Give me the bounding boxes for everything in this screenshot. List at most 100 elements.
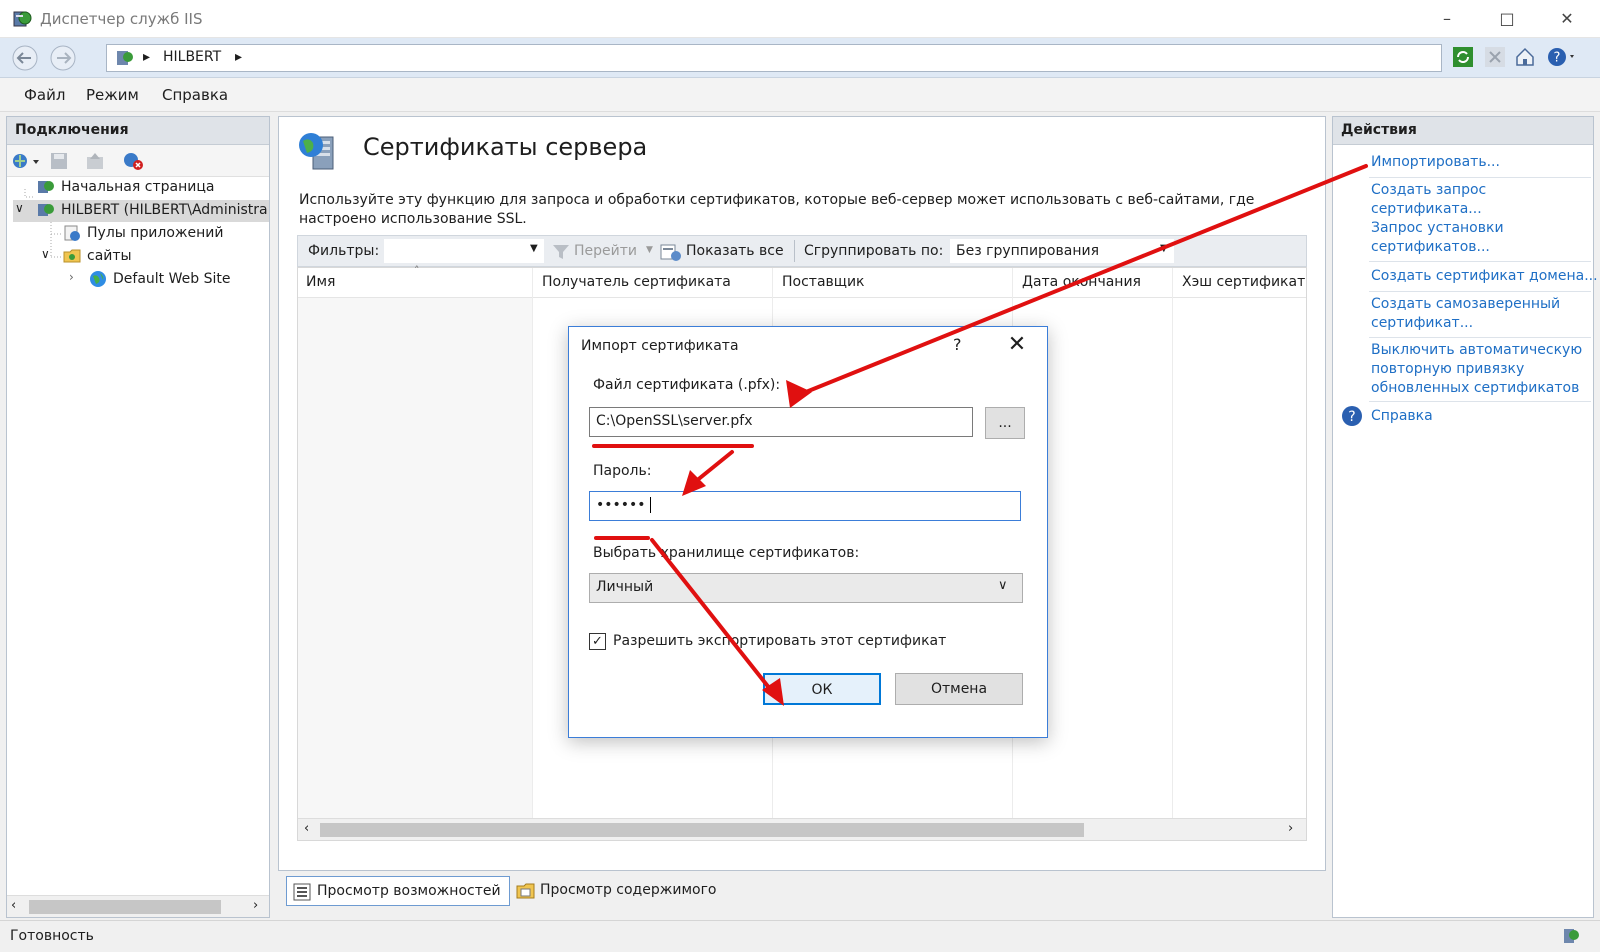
back-icon[interactable] (10, 44, 40, 72)
tree-item-sites[interactable]: ∨ сайты (13, 246, 269, 268)
filter-dropdown-icon[interactable]: ▼ (530, 243, 538, 254)
features-view-icon (293, 883, 311, 901)
tree-item-default-web-site[interactable]: › Default Web Site (13, 269, 269, 291)
action-self-signed-line-2[interactable]: сертификат... (1371, 314, 1589, 333)
show-all-icon (660, 244, 681, 261)
minimize-icon[interactable]: – (1424, 4, 1470, 34)
up-level-icon[interactable] (85, 151, 105, 171)
show-all-button[interactable]: Показать все (686, 243, 784, 259)
connections-toolbar (7, 145, 269, 177)
name-column-shade (298, 298, 532, 823)
home-icon[interactable] (1514, 46, 1536, 68)
close-window-icon[interactable]: ✕ (1544, 4, 1590, 34)
action-create-request-line-2[interactable]: сертификата... (1371, 200, 1589, 219)
action-self-signed-line-1[interactable]: Создать самозаверенный (1371, 295, 1589, 314)
group-by-value: Без группирования (956, 243, 1100, 259)
browse-button[interactable]: ... (985, 407, 1025, 439)
column-name[interactable]: Имя (306, 274, 335, 290)
menu-file[interactable]: Файл (24, 86, 65, 104)
chevron-down-icon[interactable]: ∨ (998, 578, 1008, 593)
server-icon (117, 51, 133, 65)
chevron-down-icon[interactable]: ∨ (15, 201, 33, 219)
export-label: Разрешить экспортировать этот сертификат (613, 633, 947, 649)
ok-button[interactable]: ОК (763, 673, 881, 705)
tree-item-start-page[interactable]: Начальная страница (13, 177, 269, 199)
action-create-domain-certificate[interactable]: Создать сертификат домена... (1371, 267, 1598, 286)
store-label: Выбрать хранилище сертификатов: (593, 545, 860, 561)
action-create-request-line-1[interactable]: Создать запрос (1371, 181, 1589, 200)
stop-icon[interactable] (1484, 46, 1506, 68)
column-subject[interactable]: Получатель сертификата (542, 274, 731, 290)
column-issuer[interactable]: Поставщик (782, 274, 865, 290)
server-certificates-icon (299, 133, 334, 170)
dialog-help-button[interactable]: ? (953, 335, 962, 354)
scroll-right-icon[interactable]: › (1288, 821, 1293, 836)
dialog-title: Импорт сертификата (581, 338, 739, 354)
action-help[interactable]: Справка (1371, 407, 1589, 426)
scrollbar-thumb[interactable] (320, 823, 1084, 837)
separator (1369, 177, 1591, 178)
file-label: Файл сертификата (.pfx): (593, 377, 781, 393)
scroll-right-icon[interactable]: › (253, 898, 258, 913)
disconnect-icon[interactable] (121, 150, 145, 172)
sort-ascending-icon: ˄ (414, 264, 420, 277)
path-segment-hilbert[interactable]: HILBERT (163, 49, 221, 65)
tree-item-app-pools[interactable]: Пулы приложений (13, 223, 269, 245)
action-disable-rebind-line-3[interactable]: обновленных сертификатов (1371, 379, 1589, 398)
column-hash[interactable]: Хэш сертификат (1182, 274, 1306, 290)
tab-features-view[interactable]: Просмотр возможностей (286, 876, 510, 906)
svg-text:?: ? (1348, 409, 1355, 425)
group-by-select[interactable]: Без группирования ▼ (950, 239, 1174, 263)
dialog-close-icon[interactable]: ✕ (995, 329, 1039, 361)
cancel-button[interactable]: Отмена (895, 673, 1023, 705)
scrollbar-thumb[interactable] (29, 900, 221, 914)
action-import[interactable]: Импортировать... (1371, 153, 1589, 172)
go-dropdown-icon[interactable]: ▼ (646, 245, 653, 255)
actions-panel: Действия Импортировать... Создать запрос… (1332, 116, 1598, 918)
path-arrow-icon[interactable]: ▸ (143, 49, 150, 65)
forward-icon[interactable] (48, 44, 78, 72)
action-disable-rebind-line-1[interactable]: Выключить автоматическую (1371, 341, 1589, 360)
chevron-right-icon[interactable]: › (69, 270, 87, 288)
group-by-dropdown-icon[interactable]: ▼ (1160, 243, 1168, 254)
scroll-left-icon[interactable]: ‹ (304, 821, 309, 836)
start-page-icon (38, 181, 54, 193)
connections-horizontal-scrollbar[interactable]: ‹ › (7, 895, 269, 917)
path-arrow-icon[interactable]: ▸ (235, 49, 242, 65)
menu-help[interactable]: Справка (162, 86, 228, 104)
group-by-label: Сгруппировать по: (804, 243, 944, 259)
go-button[interactable]: Перейти (574, 243, 637, 259)
address-bar: ▸ HILBERT ▸ ? (0, 38, 1600, 78)
filter-input[interactable] (384, 239, 544, 263)
content-view-icon (516, 883, 535, 899)
menu-view[interactable]: Режим (86, 86, 139, 104)
funnel-icon (553, 245, 569, 259)
chevron-down-icon[interactable]: ∨ (41, 247, 59, 265)
export-checkbox[interactable]: ✓ (589, 633, 606, 650)
file-path-input[interactable]: C:\OpenSSL\server.pfx (589, 407, 973, 437)
connections-panel: Подключения Начальная страница ∨ HILBERT… (6, 116, 270, 918)
action-disable-rebind-line-2[interactable]: повторную привязку (1371, 360, 1589, 379)
iis-app-icon (13, 11, 32, 27)
text-cursor (650, 497, 651, 513)
store-select[interactable]: Личный ∨ (589, 573, 1023, 603)
password-input[interactable]: •••••• (589, 491, 1021, 521)
scroll-left-icon[interactable]: ‹ (11, 898, 16, 913)
connect-icon[interactable] (11, 151, 41, 171)
tree-item-server[interactable]: ∨ HILBERT (HILBERT\Administra (13, 200, 269, 222)
action-complete-request-line-1[interactable]: Запрос установки (1371, 219, 1589, 238)
address-path[interactable]: ▸ HILBERT ▸ (106, 44, 1442, 72)
action-complete-request-line-2[interactable]: сертификатов... (1371, 238, 1589, 257)
separator (1369, 261, 1591, 262)
import-certificate-dialog: Импорт сертификата ? ✕ Файл сертификата … (568, 326, 1048, 738)
help-menu-icon[interactable]: ? (1546, 46, 1578, 68)
separator (1369, 337, 1591, 338)
tab-content-view[interactable]: Просмотр содержимого (510, 876, 740, 906)
maximize-icon[interactable]: □ (1484, 4, 1530, 34)
refresh-icon[interactable] (1452, 46, 1474, 68)
save-icon[interactable] (49, 151, 69, 171)
tab-content-label: Просмотр содержимого (540, 882, 717, 898)
column-expiration[interactable]: Дата окончания (1022, 274, 1141, 290)
tree-label-app-pools: Пулы приложений (87, 225, 224, 241)
list-horizontal-scrollbar[interactable]: ‹ › (298, 818, 1306, 840)
